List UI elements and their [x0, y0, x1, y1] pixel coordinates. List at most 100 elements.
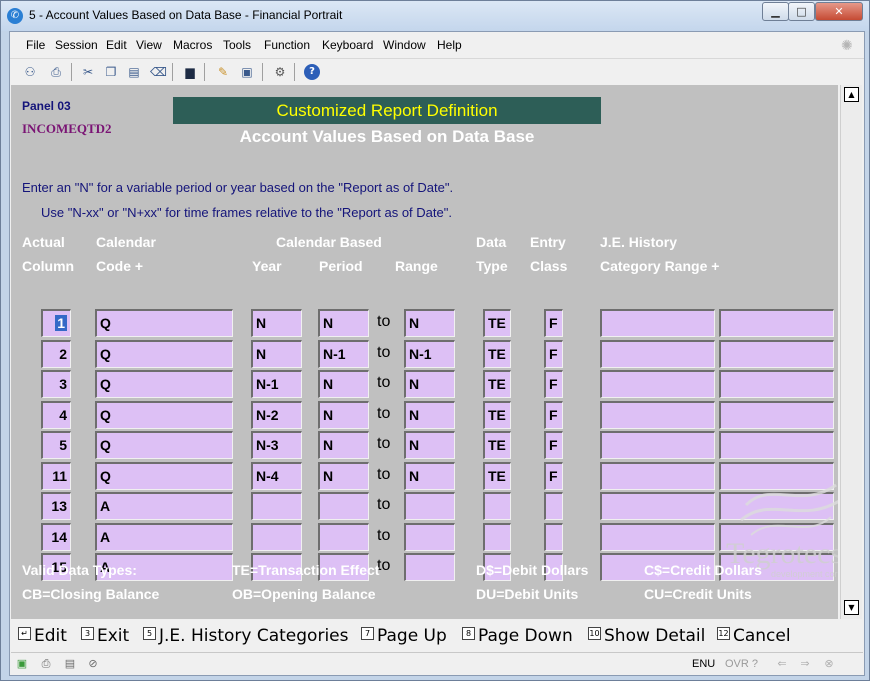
entry-class-field[interactable]: F	[544, 462, 563, 490]
range-field[interactable]: N	[404, 401, 455, 429]
fkey-exit-button[interactable]: 3 Exit	[81, 626, 129, 646]
data-type-field[interactable]	[483, 492, 511, 520]
data-type-field[interactable]: TE	[483, 340, 511, 368]
year-field[interactable]: N	[251, 309, 302, 337]
print-icon[interactable]: ⎙	[48, 64, 64, 80]
data-type-field[interactable]: TE	[483, 401, 511, 429]
calendar-code-field[interactable]: A	[95, 523, 233, 551]
title-bar[interactable]: ✆ 5 - Account Values Based on Data Base …	[1, 1, 869, 31]
data-type-field[interactable]: TE	[483, 431, 511, 459]
actual-column-field[interactable]: 5	[41, 431, 71, 459]
actual-column-field[interactable]: 11	[41, 462, 71, 490]
range-field[interactable]: N-1	[404, 340, 455, 368]
connect-icon[interactable]: ⚇	[22, 64, 38, 80]
period-field[interactable]: N	[318, 401, 369, 429]
period-field[interactable]: N	[318, 309, 369, 337]
entry-class-field[interactable]: F	[544, 340, 563, 368]
calendar-code-field[interactable]: Q	[95, 462, 233, 490]
scroll-bottom-icon[interactable]: ▼	[844, 600, 859, 615]
copy-icon[interactable]: ❐	[103, 64, 119, 80]
entry-class-field[interactable]	[544, 523, 563, 551]
calendar-code-field[interactable]: Q	[95, 340, 233, 368]
actual-column-field[interactable]: 4	[41, 401, 71, 429]
fkey-page-down-button[interactable]: 8 Page Down	[462, 626, 573, 646]
period-field[interactable]: N	[318, 370, 369, 398]
range-field[interactable]	[404, 523, 455, 551]
range-field[interactable]: N	[404, 309, 455, 337]
period-field[interactable]: N	[318, 431, 369, 459]
category-range-to-field[interactable]	[719, 309, 834, 337]
actual-column-field[interactable]: 13	[41, 492, 71, 520]
range-field[interactable]: N	[404, 370, 455, 398]
cut-icon[interactable]: ✂	[80, 64, 96, 80]
actual-column-field[interactable]: 1	[41, 309, 71, 337]
range-field[interactable]	[404, 492, 455, 520]
vertical-scrollbar[interactable]: ▲ ▼	[840, 85, 862, 619]
actual-column-field[interactable]: 2	[41, 340, 71, 368]
menu-keyboard[interactable]: Keyboard	[322, 38, 373, 52]
data-type-field[interactable]: TE	[483, 309, 511, 337]
category-range-from-field[interactable]	[600, 309, 715, 337]
entry-class-field[interactable]: F	[544, 431, 563, 459]
menu-window[interactable]: Window	[383, 38, 426, 52]
category-range-from-field[interactable]	[600, 462, 715, 490]
calendar-code-field[interactable]: Q	[95, 370, 233, 398]
entry-class-field[interactable]: F	[544, 309, 563, 337]
category-range-to-field[interactable]	[719, 431, 834, 459]
period-field[interactable]	[318, 492, 369, 520]
menu-tools[interactable]: Tools	[223, 38, 251, 52]
menu-help[interactable]: Help	[437, 38, 462, 52]
actual-column-field[interactable]: 3	[41, 370, 71, 398]
year-field[interactable]	[251, 523, 302, 551]
category-range-to-field[interactable]	[719, 340, 834, 368]
fkey-je-history-button[interactable]: 5 J.E. History Categories	[143, 626, 348, 646]
menu-edit[interactable]: Edit	[106, 38, 127, 52]
data-type-field[interactable]: TE	[483, 462, 511, 490]
cancel-icon[interactable]: ⊗	[822, 658, 836, 670]
forward-arrow-icon[interactable]: ⇒	[798, 658, 812, 670]
data-type-field[interactable]: TE	[483, 370, 511, 398]
category-range-from-field[interactable]	[600, 523, 715, 551]
menu-session[interactable]: Session	[55, 38, 98, 52]
category-range-from-field[interactable]	[600, 492, 715, 520]
year-field[interactable]	[251, 492, 302, 520]
menu-view[interactable]: View	[136, 38, 162, 52]
category-range-to-field[interactable]	[719, 370, 834, 398]
entry-class-field[interactable]: F	[544, 370, 563, 398]
year-field[interactable]: N-1	[251, 370, 302, 398]
calendar-code-field[interactable]: Q	[95, 431, 233, 459]
category-range-from-field[interactable]	[600, 370, 715, 398]
scroll-top-icon[interactable]: ▲	[844, 87, 859, 102]
calendar-code-field[interactable]: A	[95, 492, 233, 520]
range-field[interactable]: N	[404, 431, 455, 459]
fkey-page-up-button[interactable]: 7 Page Up	[361, 626, 447, 646]
app-phone-icon[interactable]: ✆	[7, 8, 23, 24]
category-range-from-field[interactable]	[600, 431, 715, 459]
menu-macros[interactable]: Macros	[173, 38, 212, 52]
actual-column-field[interactable]: 14	[41, 523, 71, 551]
range-field[interactable]	[404, 553, 455, 581]
fkey-cancel-button[interactable]: 12 Cancel	[717, 626, 791, 646]
display-icon[interactable]: ▣	[239, 64, 255, 80]
category-range-from-field[interactable]	[600, 340, 715, 368]
range-field[interactable]: N	[404, 462, 455, 490]
close-button[interactable]: ✕	[815, 2, 863, 21]
maximize-button[interactable]: □	[788, 2, 815, 21]
menu-function[interactable]: Function	[264, 38, 310, 52]
year-field[interactable]: N-4	[251, 462, 302, 490]
gear-icon[interactable]: ⚙	[272, 64, 288, 80]
menu-file[interactable]: File	[26, 38, 45, 52]
period-field[interactable]	[318, 523, 369, 551]
year-field[interactable]: N	[251, 340, 302, 368]
calendar-code-field[interactable]: Q	[95, 401, 233, 429]
paste-icon[interactable]: ▤	[126, 64, 142, 80]
entry-class-field[interactable]	[544, 492, 563, 520]
data-type-field[interactable]	[483, 523, 511, 551]
period-field[interactable]: N-1	[318, 340, 369, 368]
fkey-edit-button[interactable]: ↵ Edit	[18, 626, 67, 646]
period-field[interactable]: N	[318, 462, 369, 490]
back-arrow-icon[interactable]: ⇐	[775, 658, 789, 670]
category-range-from-field[interactable]	[600, 401, 715, 429]
edit-note-icon[interactable]: ✎	[215, 64, 231, 80]
year-field[interactable]: N-3	[251, 431, 302, 459]
